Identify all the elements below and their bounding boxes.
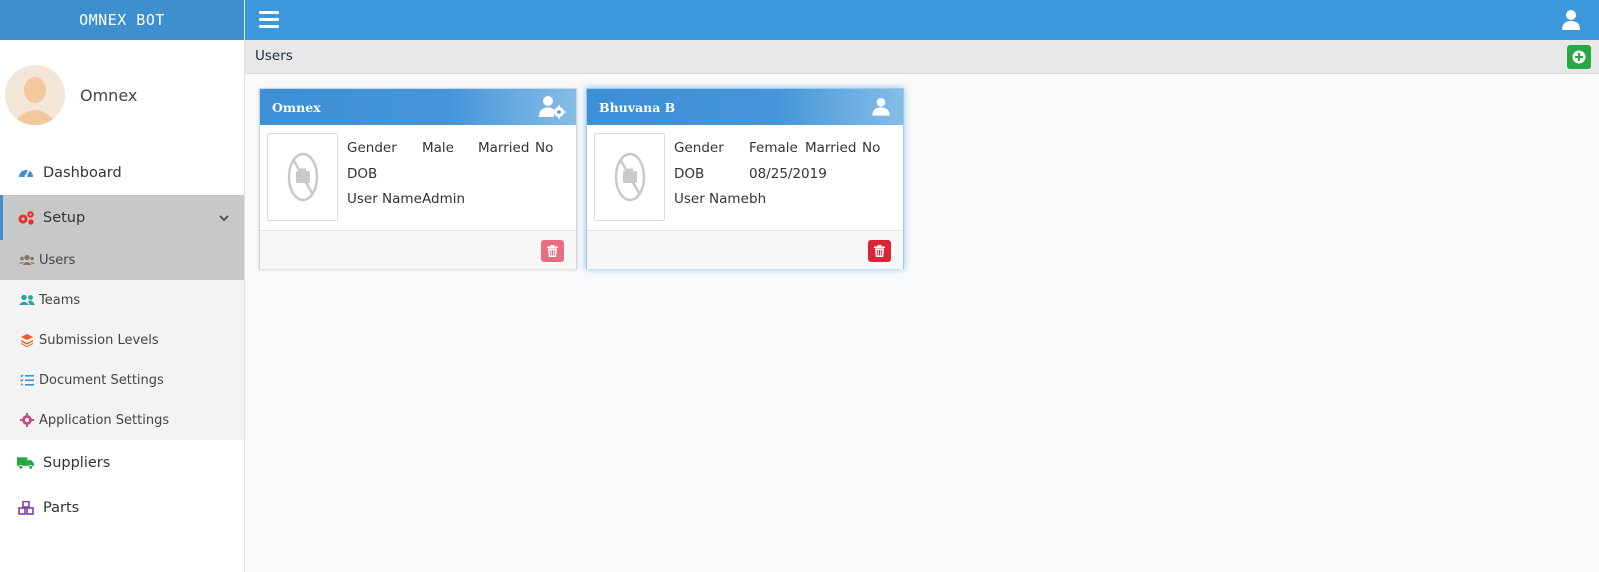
layers-icon (19, 332, 35, 348)
plus-circle-icon (1572, 50, 1586, 64)
trash-icon (874, 245, 885, 257)
nav-document-settings[interactable]: Document Settings (0, 360, 244, 400)
nav-application-settings-label: Application Settings (39, 412, 170, 428)
dashboard-icon (17, 164, 35, 182)
nav-parts[interactable]: Parts (0, 485, 244, 530)
no-photo-placeholder (594, 133, 665, 221)
nav-setup[interactable]: Setup (0, 195, 244, 240)
nav-suppliers[interactable]: Suppliers (0, 440, 244, 485)
user-cog-icon[interactable] (538, 95, 566, 119)
username-value: bh (749, 191, 767, 207)
no-camera-icon (614, 152, 645, 202)
nav-users-label: Users (39, 252, 76, 268)
gender-label: Gender (674, 140, 724, 156)
married-value: No (862, 140, 881, 156)
dob-value: 08/25/2019 (749, 165, 827, 182)
nav-submission-levels-label: Submission Levels (39, 332, 159, 348)
add-user-button[interactable] (1567, 45, 1591, 69)
page-title: Users (255, 48, 293, 64)
hamburger-icon[interactable] (259, 11, 279, 29)
delete-user-button[interactable] (541, 240, 564, 262)
dob-label: DOB (674, 165, 705, 182)
profile-name: Omnex (80, 85, 138, 105)
nav-dashboard[interactable]: Dashboard (0, 150, 244, 195)
card-header: Bhuvana B (587, 89, 903, 125)
nav-submission-levels[interactable]: Submission Levels (0, 320, 244, 360)
married-value: No (535, 140, 554, 156)
setup-submenu: Users Teams Submission Levels Document S… (0, 240, 244, 440)
card-user-name: Omnex (272, 100, 321, 115)
card-body: Gender Female Married No DOB 08/25/2019 … (587, 125, 903, 230)
cog-icon (19, 412, 35, 428)
gender-value: Female (749, 140, 798, 156)
dob-label: DOB (347, 165, 378, 182)
nav-users[interactable]: Users (0, 240, 244, 280)
married-label: Married (805, 140, 857, 156)
app-brand: OMNEX BOT (0, 0, 244, 40)
card-header: Omnex (260, 89, 576, 125)
truck-icon (17, 454, 35, 472)
user-card: Bhuvana B Gender Female Married No DOB 0… (586, 88, 904, 269)
delete-user-button[interactable] (868, 240, 891, 262)
married-label: Married (478, 140, 530, 156)
nav-application-settings[interactable]: Application Settings (0, 400, 244, 440)
user-icon[interactable] (1561, 9, 1581, 31)
card-body: Gender Male Married No DOB User Name Adm… (260, 125, 576, 230)
gender-label: Gender (347, 140, 397, 156)
no-photo-placeholder (267, 133, 338, 221)
nav-document-settings-label: Document Settings (39, 372, 164, 388)
user-info: Gender Female Married No DOB 08/25/2019 … (674, 140, 880, 217)
username-label: User Name (674, 191, 749, 207)
nav-teams[interactable]: Teams (0, 280, 244, 320)
user-card: Omnex Gender Male Married No DOB User Na… (259, 88, 577, 269)
cogs-icon (17, 209, 35, 227)
nav-setup-label: Setup (43, 209, 86, 226)
chevron-down-icon (219, 214, 229, 221)
user-icon[interactable] (870, 95, 892, 119)
user-friends-icon (19, 292, 35, 308)
sidebar: OMNEX BOT Omnex Dashboard Setup Users Te… (0, 0, 245, 572)
gender-value: Male (422, 140, 454, 156)
user-cards: Omnex Gender Male Married No DOB User Na… (259, 88, 904, 269)
username-value: Admin (422, 191, 466, 207)
username-label: User Name (347, 191, 422, 207)
tasks-icon (19, 372, 35, 388)
card-footer (587, 230, 903, 269)
top-navbar (245, 0, 1599, 40)
no-camera-icon (287, 152, 318, 202)
users-icon (19, 252, 35, 268)
cubes-icon (17, 499, 35, 517)
avatar (5, 65, 65, 125)
user-info: Gender Male Married No DOB User Name Adm… (347, 140, 553, 217)
nav-teams-label: Teams (39, 292, 81, 308)
card-footer (260, 230, 576, 269)
page-header: Users (245, 40, 1599, 74)
card-user-name: Bhuvana B (599, 100, 676, 115)
nav-dashboard-label: Dashboard (43, 164, 122, 181)
user-profile: Omnex (0, 40, 244, 150)
nav-parts-label: Parts (43, 499, 80, 516)
trash-icon (547, 245, 558, 257)
nav-suppliers-label: Suppliers (43, 454, 111, 471)
